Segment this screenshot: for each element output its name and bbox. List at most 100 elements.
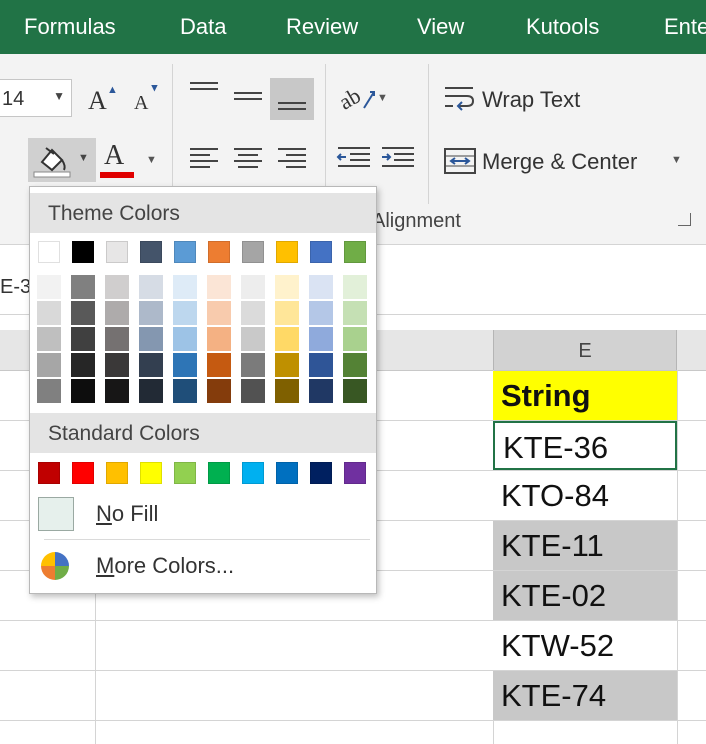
theme-tint-swatch[interactable]	[37, 301, 61, 325]
theme-tint-swatch[interactable]	[37, 327, 61, 351]
increase-font-size-button[interactable]: A	[88, 86, 107, 116]
standard-color-swatch[interactable]	[208, 462, 230, 484]
theme-color-swatch[interactable]	[38, 241, 60, 263]
theme-tint-swatch[interactable]	[105, 327, 129, 351]
theme-tint-swatch[interactable]	[241, 301, 265, 325]
theme-tint-swatch[interactable]	[309, 327, 333, 351]
standard-color-swatch[interactable]	[310, 462, 332, 484]
tab-formulas[interactable]: Formulas	[24, 14, 116, 40]
theme-tint-swatch[interactable]	[139, 327, 163, 351]
standard-color-swatch[interactable]	[276, 462, 298, 484]
standard-color-swatch[interactable]	[242, 462, 264, 484]
theme-tint-swatch[interactable]	[343, 379, 367, 403]
standard-color-swatch[interactable]	[140, 462, 162, 484]
font-size-dropdown[interactable]: 14 ▼	[0, 79, 72, 117]
theme-tint-swatch[interactable]	[343, 301, 367, 325]
theme-color-swatch[interactable]	[310, 241, 332, 263]
theme-tint-swatch[interactable]	[37, 275, 61, 299]
header-cell[interactable]: String	[493, 371, 677, 420]
theme-tint-swatch[interactable]	[37, 379, 61, 403]
theme-tint-swatch[interactable]	[37, 353, 61, 377]
theme-tint-swatch[interactable]	[139, 353, 163, 377]
data-cell[interactable]: KTE-02	[493, 571, 677, 620]
data-cell[interactable]: KTE-36	[493, 421, 677, 470]
decrease-font-size-button[interactable]: A	[134, 92, 148, 115]
tab-data[interactable]: Data	[180, 14, 226, 40]
theme-tint-swatch[interactable]	[139, 379, 163, 403]
theme-tint-swatch[interactable]	[173, 379, 197, 403]
theme-tint-swatch[interactable]	[241, 379, 265, 403]
theme-tint-swatch[interactable]	[241, 327, 265, 351]
data-cell[interactable]: KTO-84	[493, 471, 677, 520]
tab-view[interactable]: View	[417, 14, 464, 40]
column-header-e[interactable]: E	[493, 330, 677, 370]
chevron-down-icon[interactable]: ▼	[377, 92, 388, 104]
no-fill-menu-item[interactable]: No Fill	[30, 491, 376, 535]
align-left-icon[interactable]	[190, 148, 218, 170]
theme-tint-swatch[interactable]	[71, 327, 95, 351]
theme-tint-swatch[interactable]	[241, 275, 265, 299]
theme-tint-swatch[interactable]	[207, 275, 231, 299]
theme-color-swatch[interactable]	[106, 241, 128, 263]
dialog-launcher-icon[interactable]	[678, 213, 691, 226]
decrease-indent-icon[interactable]	[336, 144, 372, 174]
theme-tint-swatch[interactable]	[71, 301, 95, 325]
theme-tint-swatch[interactable]	[275, 275, 299, 299]
standard-color-swatch[interactable]	[38, 462, 60, 484]
theme-tint-swatch[interactable]	[173, 301, 197, 325]
theme-tint-swatch[interactable]	[275, 353, 299, 377]
increase-indent-icon[interactable]	[380, 144, 416, 174]
theme-color-swatch[interactable]	[208, 241, 230, 263]
theme-tint-swatch[interactable]	[71, 275, 95, 299]
align-right-icon[interactable]	[278, 148, 306, 170]
align-center-icon[interactable]	[234, 148, 262, 170]
theme-tint-swatch[interactable]	[343, 353, 367, 377]
font-color-button[interactable]: A	[104, 140, 124, 172]
chevron-down-icon[interactable]: ▼	[146, 154, 157, 166]
theme-tint-swatch[interactable]	[71, 353, 95, 377]
theme-color-swatch[interactable]	[344, 241, 366, 263]
more-colors-menu-item[interactable]: More Colors...	[30, 543, 376, 587]
theme-tint-swatch[interactable]	[173, 353, 197, 377]
theme-tint-swatch[interactable]	[71, 379, 95, 403]
theme-tint-swatch[interactable]	[105, 379, 129, 403]
theme-tint-swatch[interactable]	[105, 353, 129, 377]
theme-tint-swatch[interactable]	[207, 379, 231, 403]
standard-color-swatch[interactable]	[344, 462, 366, 484]
middle-align-icon[interactable]	[234, 88, 262, 110]
tab-enterprise[interactable]: Ente	[664, 14, 706, 40]
theme-tint-swatch[interactable]	[207, 301, 231, 325]
theme-tint-swatch[interactable]	[309, 353, 333, 377]
theme-tint-swatch[interactable]	[105, 275, 129, 299]
top-align-icon[interactable]	[190, 82, 218, 104]
theme-tint-swatch[interactable]	[173, 327, 197, 351]
chevron-down-icon[interactable]: ▼	[671, 154, 682, 166]
theme-color-swatch[interactable]	[140, 241, 162, 263]
standard-color-swatch[interactable]	[72, 462, 94, 484]
theme-tint-swatch[interactable]	[309, 301, 333, 325]
tab-review[interactable]: Review	[286, 14, 358, 40]
theme-color-swatch[interactable]	[72, 241, 94, 263]
theme-tint-swatch[interactable]	[207, 327, 231, 351]
theme-tint-swatch[interactable]	[105, 301, 129, 325]
theme-color-swatch[interactable]	[174, 241, 196, 263]
tab-kutools[interactable]: Kutools	[526, 14, 599, 40]
theme-tint-swatch[interactable]	[343, 327, 367, 351]
theme-tint-swatch[interactable]	[275, 327, 299, 351]
theme-tint-swatch[interactable]	[207, 353, 231, 377]
data-cell[interactable]: KTW-52	[493, 621, 677, 670]
theme-tint-swatch[interactable]	[139, 301, 163, 325]
bottom-align-button[interactable]	[270, 78, 314, 120]
fill-color-button[interactable]: ▼	[28, 138, 96, 182]
theme-tint-swatch[interactable]	[343, 275, 367, 299]
theme-tint-swatch[interactable]	[309, 379, 333, 403]
chevron-down-icon[interactable]: ▼	[78, 152, 89, 164]
theme-tint-swatch[interactable]	[173, 275, 197, 299]
theme-color-swatch[interactable]	[242, 241, 264, 263]
theme-tint-swatch[interactable]	[139, 275, 163, 299]
theme-color-swatch[interactable]	[276, 241, 298, 263]
theme-tint-swatch[interactable]	[241, 353, 265, 377]
theme-tint-swatch[interactable]	[275, 379, 299, 403]
data-cell[interactable]: KTE-11	[493, 521, 677, 570]
data-cell[interactable]: KTE-74	[493, 671, 677, 720]
